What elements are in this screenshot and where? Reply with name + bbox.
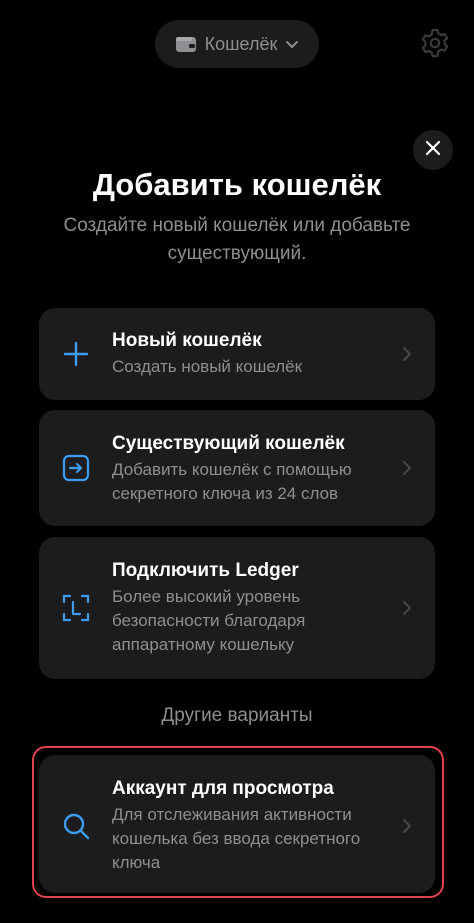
other-options-label: Другие варианты (161, 705, 313, 726)
wallet-selector[interactable]: Кошелёк (155, 20, 319, 68)
option-description: Добавить кошелёк с помощью секретного кл… (112, 460, 352, 503)
option-title: Подключить Ledger (112, 560, 299, 581)
chevron-right-icon (403, 347, 411, 361)
gear-icon[interactable] (419, 27, 451, 59)
option-description: Создать новый кошелёк (112, 357, 303, 376)
option-title: Существующий кошелёк (112, 433, 345, 454)
close-button[interactable] (413, 130, 453, 170)
option-title: Новый кошелёк (112, 330, 262, 351)
wallet-label: Кошелёк (204, 33, 278, 54)
ledger-icon (61, 593, 91, 623)
existing-wallet-option[interactable]: Существующий кошелёк Добавить кошелёк с … (39, 410, 435, 526)
plus-icon (61, 339, 91, 369)
new-wallet-option[interactable]: Новый кошелёк Создать новый кошелёк (39, 308, 435, 400)
option-description: Более высокий уровень безопасности благо… (112, 587, 306, 654)
wallet-icon (175, 35, 197, 53)
chevron-down-icon (285, 34, 299, 55)
highlight-outline (32, 746, 444, 898)
ledger-option[interactable]: Подключить Ledger Более высокий уровень … (39, 537, 435, 679)
import-icon (61, 453, 91, 483)
chevron-right-icon (403, 601, 411, 615)
page-subtitle: Создайте новый кошелёк или добавьте суще… (63, 215, 411, 264)
chevron-right-icon (403, 461, 411, 475)
close-icon (425, 140, 441, 161)
page-title: Добавить кошелёк (92, 167, 382, 202)
